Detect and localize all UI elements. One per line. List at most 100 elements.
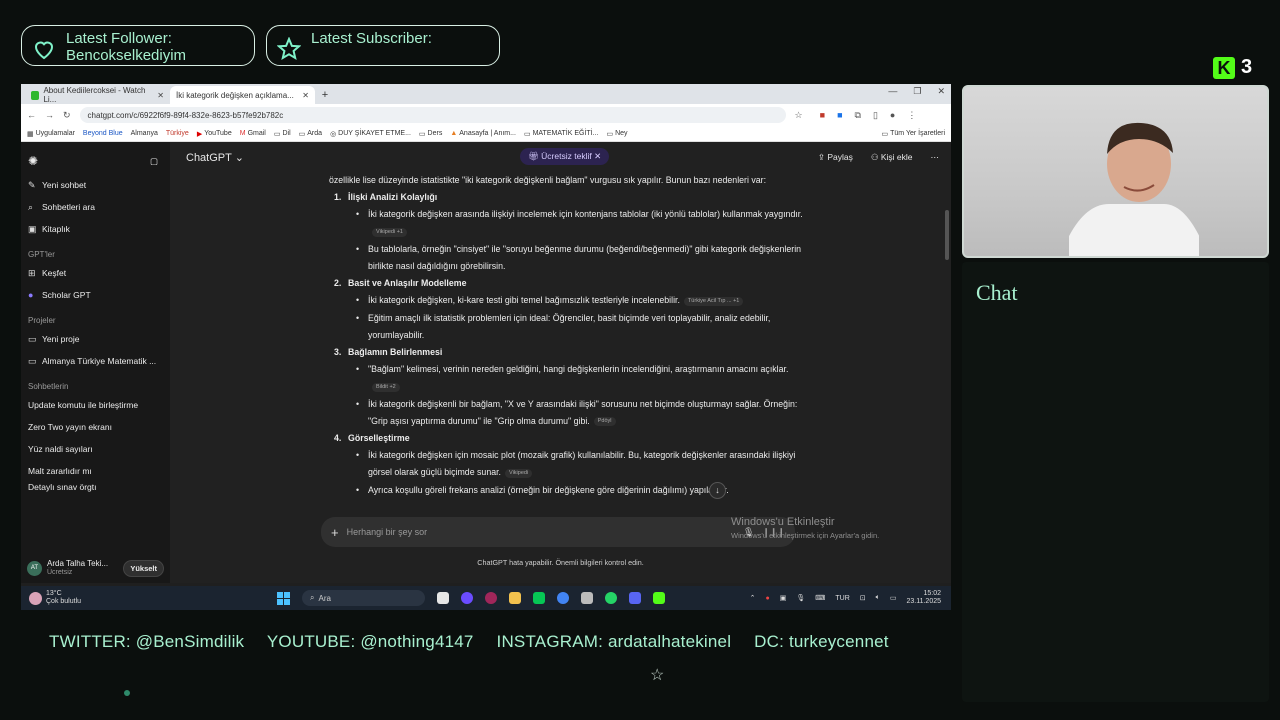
free-offer-badge[interactable]: 🎁︎ Ücretsiz teklif ✕: [520, 148, 610, 165]
bookmark-item[interactable]: Beyond Blue: [83, 130, 123, 137]
chat-history-item[interactable]: Update komutu ile birleştirme: [21, 394, 170, 416]
profile-icon[interactable]: ●: [890, 110, 895, 121]
close-tab-icon[interactable]: ✕: [157, 91, 164, 100]
bookmark-item[interactable]: ▲ Anasayfa | Anım...: [450, 130, 516, 137]
mic-tray-icon[interactable]: 🎙︎: [796, 594, 805, 602]
language-indicator[interactable]: TUR: [835, 595, 849, 602]
sidebar-item-scholar-gpt[interactable]: ● Scholar GPT: [21, 284, 170, 306]
bullet-item: Ayrıca koşullu göreli frekans analizi (ö…: [356, 482, 809, 499]
pen-icon[interactable]: [581, 592, 593, 604]
chat-history-item[interactable]: Yüz naldi sayıları: [21, 438, 170, 460]
forward-icon[interactable]: →: [45, 110, 54, 120]
sidebar-toggle-icon[interactable]: ▢: [150, 156, 158, 167]
bullet-item: Bu tablolarla, örneğin "cinsiyet" ile "s…: [356, 241, 809, 275]
extensions: ■ ■ ⧉ ▯ ● ⋮: [820, 110, 917, 121]
add-people-button[interactable]: ⚇ Kişi ekle: [871, 152, 913, 163]
tab-chatgpt[interactable]: İki kategorik değişken açıklama... ✕: [170, 86, 315, 104]
bookmark-item[interactable]: ◎ DUY ŞİKAYET ETME...: [330, 130, 411, 138]
chat-history-item[interactable]: Detaylı sınav örgtı: [21, 482, 170, 494]
bookmark-item[interactable]: M Gmail: [240, 130, 266, 137]
prompt-input[interactable]: Herhangi bir şey sor: [347, 527, 428, 537]
clock[interactable]: 15:02 23.11.2025: [906, 590, 941, 606]
discord-icon[interactable]: [629, 592, 641, 604]
restore-icon[interactable]: ❐: [913, 86, 921, 97]
bookmark-item[interactable]: Türkiye: [166, 130, 189, 137]
windows-start-icon[interactable]: [277, 591, 290, 605]
star-decoration-icon: ☆: [650, 667, 665, 684]
taskbar-search[interactable]: ⌕ Ara: [302, 590, 425, 606]
intro-paragraph: özellikle lise düzeyinde istatistikte "i…: [329, 175, 767, 185]
share-button[interactable]: ⇪ Paylaş: [818, 152, 853, 163]
app-icon[interactable]: [461, 592, 473, 604]
chat-history-item[interactable]: Zero Two yayın ekranı: [21, 416, 170, 438]
translate-icon[interactable]: ■: [837, 110, 842, 121]
chat-history-item[interactable]: Malt zararlıdır mı: [21, 460, 170, 482]
bullet-list: "Bağlam" kelimesi, verinin nereden geldi…: [329, 361, 809, 430]
user-account[interactable]: AT Arda Talha Teki... Ücretsiz Yükselt: [21, 553, 170, 583]
url-text: chatgpt.com/c/6922f6f9-89f4-832e-8623-b5…: [87, 110, 284, 120]
bookmark-star-icon[interactable]: ☆: [795, 110, 803, 121]
sidebar-item-library[interactable]: ▣ Kitaplık: [21, 218, 170, 240]
bookmark-item[interactable]: ▭ Ders: [419, 130, 442, 138]
new-tab-button[interactable]: +: [315, 86, 335, 104]
minimize-icon[interactable]: —: [888, 86, 897, 97]
tab-kick[interactable]: About Kediilercoksei - Watch Li... ✕: [25, 86, 170, 104]
citation-badge[interactable]: Vikipedi +1: [372, 227, 407, 237]
openai-logo-icon[interactable]: ✺: [28, 154, 38, 168]
menu-icon[interactable]: ⋮: [907, 110, 916, 121]
citation-badge[interactable]: Türkiye Acil Tıp ... +1: [683, 296, 744, 306]
message-composer[interactable]: + Herhangi bir şey sor 🎙︎ ❙❙❙: [321, 517, 795, 547]
back-icon[interactable]: ←: [27, 110, 36, 120]
keyboard-icon[interactable]: ⌨: [815, 594, 825, 602]
upgrade-button[interactable]: Yükselt: [123, 559, 164, 577]
extension-icon[interactable]: ■: [820, 110, 825, 121]
weather-widget[interactable]: 13°C Çok bulutlu: [29, 590, 81, 606]
chrome-icon[interactable]: [557, 592, 569, 604]
bookmark-item[interactable]: ▶ YouTube: [197, 130, 232, 138]
scrollbar[interactable]: [945, 210, 949, 260]
close-icon[interactable]: ✕: [594, 151, 601, 161]
scroll-down-button[interactable]: ↓: [709, 482, 726, 499]
close-tab-icon[interactable]: ✕: [302, 91, 309, 100]
heart-icon: [34, 41, 54, 60]
tray-app-icon[interactable]: ●: [766, 595, 770, 602]
bookmark-item[interactable]: ▭ Dil: [274, 130, 291, 138]
battery-icon[interactable]: ▭: [890, 594, 897, 602]
disclaimer: ChatGPT hata yapabilir. Önemli bilgileri…: [477, 558, 644, 567]
network-icon[interactable]: ⊡: [860, 594, 866, 602]
file-explorer-icon[interactable]: [509, 592, 521, 604]
close-window-icon[interactable]: ✕: [937, 86, 945, 97]
bookmark-item[interactable]: Almanya: [131, 130, 158, 137]
citation-badge[interactable]: Bildit +2: [372, 382, 400, 392]
plus-icon[interactable]: +: [331, 525, 339, 540]
app-icon[interactable]: [485, 592, 497, 604]
task-view-icon[interactable]: [437, 592, 449, 604]
citation-badge[interactable]: Pdöyl: [593, 417, 616, 427]
chevron-up-icon[interactable]: ⌃: [750, 594, 756, 602]
sidebar-item-new-project[interactable]: ▭ Yeni proje: [21, 328, 170, 350]
bookmark-item[interactable]: ▭ MATEMATİK EĞİTİ...: [524, 130, 598, 138]
edit-icon: ✎: [28, 179, 36, 190]
volume-icon[interactable]: 🔈︎: [876, 594, 880, 602]
bookmark-item[interactable]: ▭ Arda: [299, 130, 322, 138]
more-options-icon[interactable]: ⋯: [931, 152, 940, 163]
kick-app-icon[interactable]: [653, 592, 665, 604]
sidebar-item-new-chat[interactable]: ✎ Yeni sohbet: [21, 174, 170, 196]
whatsapp-icon[interactable]: [605, 592, 617, 604]
chat-topbar: ChatGPT ⌄ 🎁︎ Ücretsiz teklif ✕ ⇪ Paylaş …: [170, 142, 951, 172]
sidebar-item-explore[interactable]: ⊞ Keşfet: [21, 262, 170, 284]
citation-badge[interactable]: Vikipedi: [505, 468, 533, 478]
bookmark-apps[interactable]: ▦ Uygulamalar: [27, 130, 75, 138]
all-bookmarks[interactable]: ▭ Tüm Yer İşaretleri: [882, 130, 945, 138]
bookmark-item[interactable]: ▭ Ney: [606, 130, 627, 138]
model-selector[interactable]: ChatGPT ⌄: [186, 151, 244, 164]
url-field[interactable]: chatgpt.com/c/6922f6f9-89f4-832e-8623-b5…: [79, 107, 786, 123]
line-icon[interactable]: [533, 592, 545, 604]
folder-icon: ▭: [523, 130, 531, 138]
puzzle-icon[interactable]: ⧉: [855, 110, 861, 121]
reload-icon[interactable]: ↻: [63, 110, 71, 121]
sidebar-item-project[interactable]: ▭ Almanya Türkiye Matematik ...: [21, 350, 170, 372]
sidebar-item-search[interactable]: ⌕ Sohbetleri ara: [21, 196, 170, 218]
sidepanel-icon[interactable]: ▯: [873, 110, 878, 121]
tray-app-icon[interactable]: ▣: [780, 594, 787, 602]
